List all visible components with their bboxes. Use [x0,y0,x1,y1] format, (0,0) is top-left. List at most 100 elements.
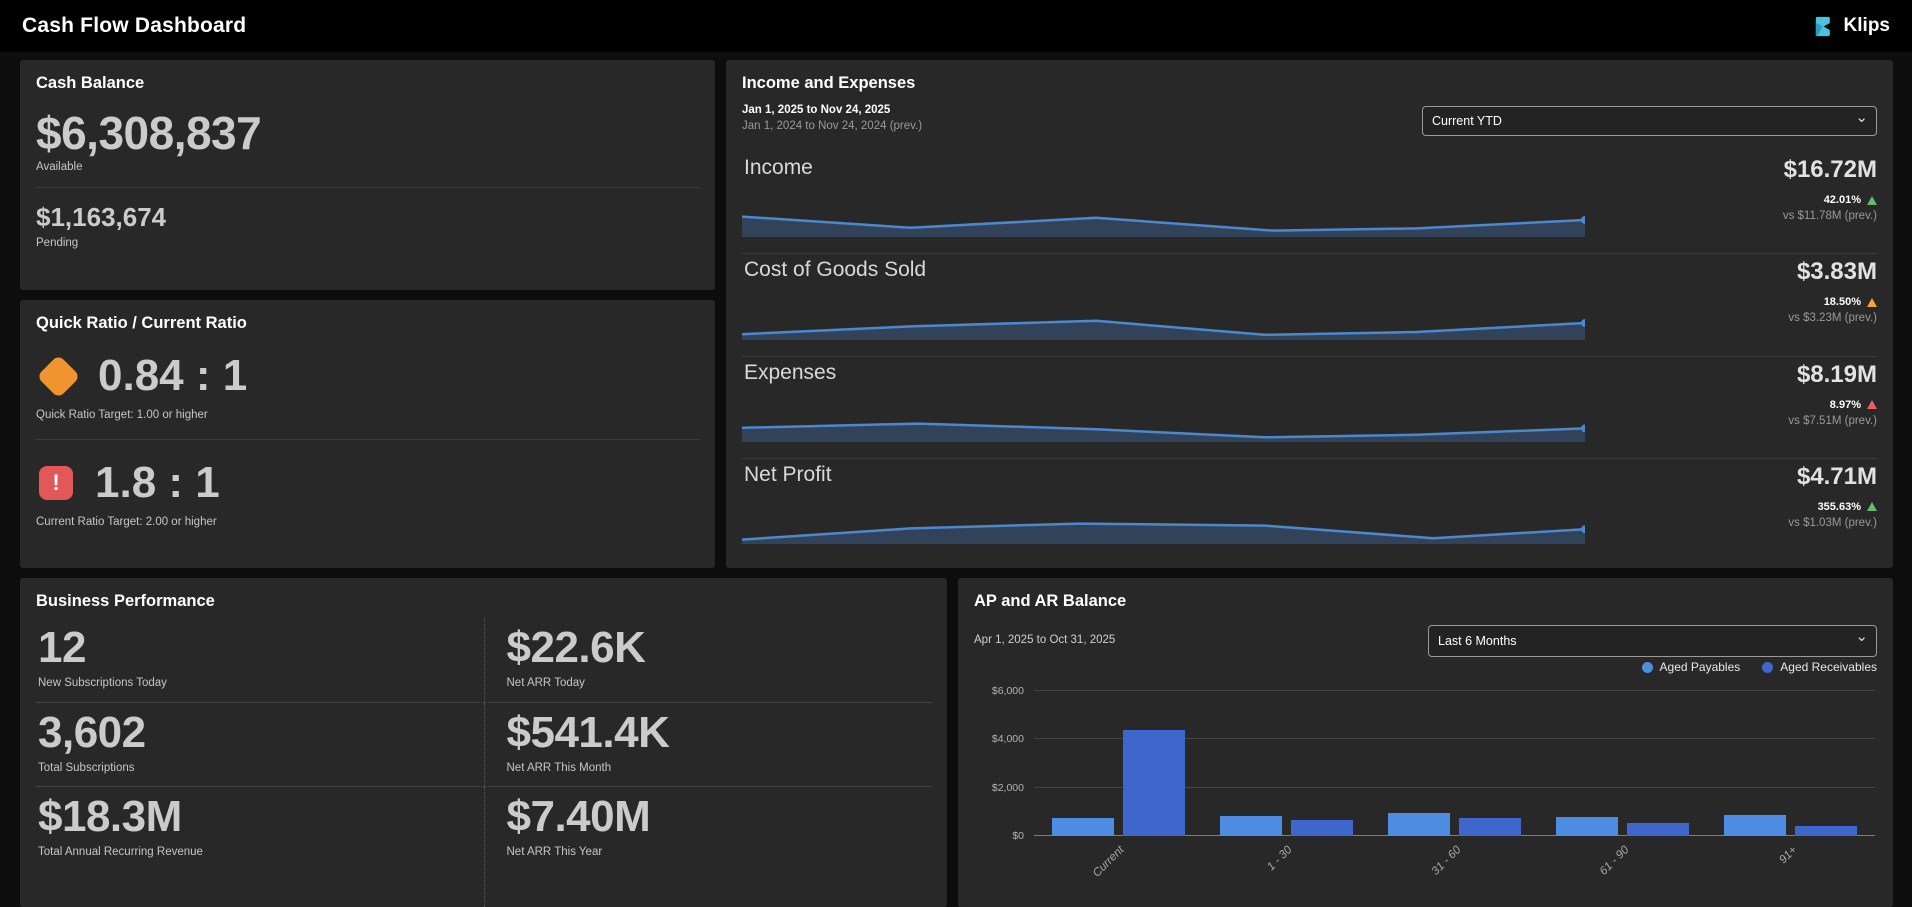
x-axis-label: 61 - 90 [1597,844,1632,878]
date-range: Apr 1, 2025 to Oct 31, 2025 [974,634,1116,646]
plot-area: Current 1 - 30 31 - 60 61 - 90 91+ [1034,691,1875,880]
metric-change-percent: 18.50% [1823,296,1861,309]
alert-exclamation-icon: ! [39,466,73,500]
metric-total-annual-recurring-revenue: $18.3M Total Annual Recurring Revenue [36,787,484,907]
metric-label: Net ARR This Year [506,846,603,858]
bar-aged-payables[interactable] [1219,815,1282,836]
bar-aged-receivables[interactable] [1627,822,1690,836]
trend-sparkline [742,522,1585,544]
metric-label: Total Annual Recurring Revenue [38,846,203,858]
trend-up-icon [1867,400,1877,409]
x-axis-label: 31 - 60 [1429,844,1463,878]
panel-title: AP and AR Balance [974,592,1127,610]
metric-change-percent: 42.01% [1823,194,1861,206]
income-expense-row-income: Income $16.72M 42.01% vs $11.78M (prev.) [742,152,1877,255]
income-expenses-panel: Income and Expenses Jan 1, 2025 to Nov 2… [726,60,1893,568]
bar-group-current: Current [1034,691,1202,880]
metric-value: $541.4K [506,708,670,757]
metric-change: 8.97% [1830,399,1877,411]
cash-balance-panel: Cash Balance $6,308,837 Available $1,163… [20,60,715,290]
bar-aged-payables[interactable] [1388,813,1450,836]
metric-value: $18.3M [38,792,182,841]
legend-dot-icon [1641,661,1653,673]
bar-group-31-60: 31 - 60 [1370,691,1538,878]
trend-up-icon [1867,195,1877,205]
panel-title: Income and Expenses [742,74,916,92]
income-expenses-rows: Income $16.72M 42.01% vs $11.78M (prev.) Cos… [742,152,1877,560]
metric-value: $4.71M [1796,462,1877,490]
chart-legend: Aged Payables Aged Receivables [1641,660,1877,674]
metric-change: 42.01% [1824,194,1877,206]
divider [36,439,699,440]
quick-ratio-target: Quick Ratio Target: 1.00 or higher [36,409,208,421]
bar-aged-receivables[interactable] [1290,820,1353,836]
income-expense-row-net-profit: Net Profit $4.71M 355.63% vs $1.03M (prev.) [742,459,1877,560]
panel-title: Cash Balance [36,74,145,92]
previous-period: Jan 1, 2024 to Nov 24, 2024 (prev.) [742,120,923,132]
bar-group-1-30: 1 - 30 [1202,691,1370,873]
legend-item-aged-payables[interactable]: Aged Payables [1641,660,1741,674]
metric-previous: vs $7.51M (prev.) [1788,414,1877,427]
metric-new-subscriptions-today: 12 New Subscriptions Today [36,618,484,703]
metric-label: Cost of Goods Sold [744,258,927,282]
metric-previous: vs $1.03M (prev.) [1788,516,1877,529]
metric-value: $7.40M [506,792,651,841]
top-bar: Cash Flow Dashboard Klips [0,0,1912,52]
available-balance-label: Available [36,161,83,174]
available-balance-value: $6,308,837 [36,107,262,159]
bar-aged-payables[interactable] [1051,817,1114,836]
metric-total-subscriptions: 3,602 Total Subscriptions [36,703,484,787]
metric-value: $22.6K [506,623,646,672]
metric-label: New Subscriptions Today [38,677,167,689]
current-ratio-target: Current Ratio Target: 2.00 or higher [36,516,217,528]
brand: Klips [1812,15,1890,38]
metric-value: $3.83M [1796,258,1877,286]
date-range-select-wrap: Current YTD ⌄ [1422,106,1877,136]
legend-label: Aged Payables [1659,660,1741,674]
metric-previous: vs $11.78M (prev.) [1782,210,1877,222]
metric-change: 18.50% [1824,296,1877,308]
quick-ratio-value: 0.84 : 1 [98,351,248,400]
metric-label: Income [744,156,813,179]
ratio-panel: Quick Ratio / Current Ratio 0.84 : 1 Qui… [20,300,715,568]
metric-label: Net Profit [744,462,832,486]
x-axis-label: 1 - 30 [1265,844,1295,874]
metric-value: $16.72M [1783,156,1877,183]
ap-ar-balance-panel: AP and AR Balance Apr 1, 2025 to Oct 31,… [958,578,1893,907]
trend-sparkline [742,318,1585,340]
y-axis-tick: $6,000 [991,685,1024,697]
x-axis-label: 91+ [1777,844,1800,867]
bar-aged-receivables[interactable] [1459,817,1521,836]
date-range: Jan 1, 2025 to Nov 24, 2025 Jan 1, 2024 … [742,104,922,132]
pending-balance-label: Pending [36,237,79,250]
current-ratio-row: ! 1.8 : 1 [36,458,699,508]
bar-group-91: 91+ [1707,691,1875,866]
y-axis-tick: $0 [1012,830,1024,842]
metric-net-arr-today: $22.6K Net ARR Today [483,618,931,703]
metric-change-percent: 355.63% [1817,500,1861,513]
metric-net-arr-this-year: $7.40M Net ARR This Year [483,787,932,907]
metrics-grid: 12 New Subscriptions Today $22.6K Net ARR T… [36,618,931,907]
bar-aged-payables[interactable] [1724,814,1787,836]
metric-label: Net ARR Today [506,677,585,689]
bar-aged-payables[interactable] [1556,817,1619,836]
metric-value: 3,602 [38,708,146,757]
current-period: Jan 1, 2025 to Nov 24, 2025 [742,104,891,116]
date-range-select[interactable]: Current YTD [1422,106,1877,136]
legend-item-aged-receivables[interactable]: Aged Receivables [1762,660,1877,674]
panel-title: Business Performance [36,592,215,610]
bar-aged-receivables[interactable] [1795,825,1858,836]
y-axis-tick: $4,000 [991,733,1024,746]
page-title: Cash Flow Dashboard [22,14,247,37]
y-axis-tick: $2,000 [991,781,1024,794]
trend-sparkline [742,215,1585,238]
pending-balance-value: $1,163,674 [36,202,167,233]
date-range-select[interactable]: Last 6 Months [1428,625,1877,657]
metric-value: 12 [38,623,86,672]
metric-value: $8.19M [1796,360,1877,388]
bar-aged-receivables[interactable] [1122,729,1185,836]
metric-net-arr-this-month: $541.4K Net ARR This Month [483,703,931,787]
trend-sparkline [742,422,1585,442]
legend-label: Aged Receivables [1780,660,1877,674]
divider [36,187,699,189]
